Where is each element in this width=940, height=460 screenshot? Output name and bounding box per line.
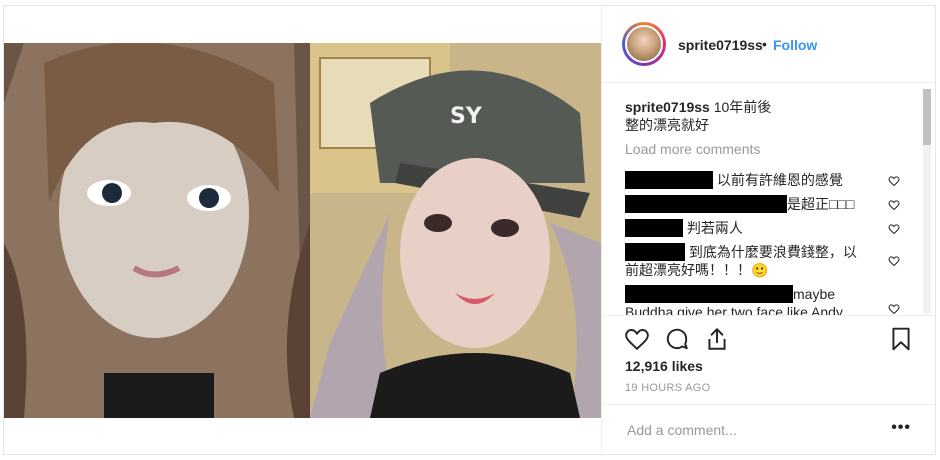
caption-text-line2: 整的漂亮就好 (625, 117, 709, 133)
photo-before (4, 43, 310, 418)
comment-text: 以前有許維恩的感覺 (716, 172, 843, 188)
more-options-icon[interactable]: ••• (891, 419, 911, 437)
comment-like-icon[interactable] (888, 303, 900, 315)
post-side-panel: sprite0719ss • Follow sprite0719ss 10年前後… (601, 6, 935, 454)
comment-icon[interactable] (664, 326, 690, 352)
comment-like-icon[interactable] (888, 199, 900, 211)
redacted-username (625, 243, 685, 261)
comment-text-line2: Buddha give her two face like Andy (625, 304, 843, 315)
scrollbar-thumb[interactable] (923, 89, 931, 145)
likes-count[interactable]: 12,916 likes (625, 358, 703, 374)
comment-text: 判若兩人 (686, 220, 743, 236)
redacted-username (625, 285, 793, 303)
bookmark-icon[interactable] (888, 326, 914, 352)
redacted-username (625, 171, 713, 189)
post-timestamp[interactable]: 19 HOURS AGO (625, 382, 711, 394)
post-frame: SY sprite0719ss • Follow sprite0719ss 10… (3, 5, 936, 455)
follow-button[interactable]: Follow (773, 37, 817, 53)
add-comment-input[interactable] (625, 419, 869, 441)
comment-text-line1: maybe (793, 286, 836, 302)
username-link[interactable]: sprite0719ss (678, 37, 763, 53)
comment-like-icon[interactable] (888, 223, 900, 235)
avatar-image (625, 25, 663, 63)
post-header: sprite0719ss • Follow (602, 6, 935, 83)
comment-text-line1: 到底為什麼要浪費錢整，以 (688, 244, 857, 260)
add-comment-bar: ••• (602, 404, 935, 455)
share-icon[interactable] (704, 326, 730, 352)
comment-text-line2: 前超漂亮好嗎！！！🙂 (625, 262, 769, 278)
comment-text: 是超正□□□ (787, 196, 855, 212)
caption: sprite0719ss 10年前後 整的漂亮就好 (625, 98, 905, 134)
comments-list[interactable]: sprite0719ss 10年前後 整的漂亮就好 Load more comm… (602, 83, 935, 315)
load-more-comments[interactable]: Load more comments (625, 141, 760, 157)
action-bar (602, 315, 935, 360)
comment-item: maybe Buddha give her two face like Andy (625, 285, 887, 315)
comment-item: 到底為什麼要浪費錢整，以 前超漂亮好嗎！！！🙂 (625, 243, 887, 279)
redacted-username (625, 219, 683, 237)
comments-scrollbar[interactable] (923, 89, 931, 314)
caption-username[interactable]: sprite0719ss (625, 99, 710, 115)
separator-dot: • (762, 36, 767, 52)
post-media[interactable]: SY (4, 6, 601, 454)
svg-text:SY: SY (450, 104, 483, 129)
caption-text-line1: 10年前後 (713, 99, 772, 115)
avatar[interactable] (622, 22, 666, 66)
heart-icon[interactable] (624, 326, 650, 352)
comment-like-icon[interactable] (888, 175, 900, 187)
comment-item: 以前有許維恩的感覺 (625, 171, 887, 189)
comment-item: 是超正□□□ (625, 195, 887, 213)
photo-after: SY (310, 43, 601, 418)
comment-like-icon[interactable] (888, 255, 900, 267)
redacted-username (625, 195, 787, 213)
comment-item: 判若兩人 (625, 219, 887, 237)
